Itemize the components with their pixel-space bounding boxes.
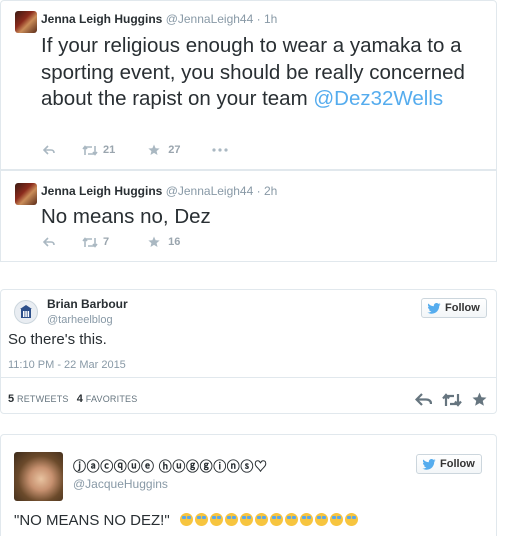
crying-face-emoji-icon	[269, 513, 283, 526]
follow-label: Follow	[440, 458, 475, 470]
star-icon	[148, 236, 160, 247]
crying-face-emoji-icon	[194, 513, 208, 526]
more-icon	[211, 148, 228, 152]
crying-face-emoji-icon	[224, 513, 238, 526]
emoji-row	[179, 512, 360, 529]
tweet-card-jacque: ⓙⓐⓒⓠⓤⓔ ⓗⓤⓖⓖⓘⓝⓢ♡ @JacqueHuggins Follow "N…	[0, 434, 497, 536]
retweet-icon	[82, 144, 98, 156]
avatar[interactable]	[14, 300, 38, 324]
retweet-button[interactable]: 21	[82, 144, 115, 156]
author-handle[interactable]: @JennaLeigh44	[166, 184, 254, 198]
retweet-icon	[442, 392, 462, 407]
tweet-text: No means no, Dez	[41, 205, 211, 228]
reply-icon	[43, 237, 55, 247]
retweet-icon	[82, 236, 98, 248]
logo-icon	[20, 305, 32, 318]
star-icon	[148, 144, 160, 155]
tweet-time[interactable]: · 2h	[257, 184, 278, 198]
avatar[interactable]	[15, 11, 37, 33]
follow-label: Follow	[445, 302, 480, 314]
crying-face-emoji-icon	[179, 513, 193, 526]
tweet-text: So there's this.	[8, 331, 107, 348]
follow-button[interactable]: Follow	[416, 454, 482, 474]
star-icon	[472, 392, 487, 406]
author-handle[interactable]: @JennaLeigh44	[166, 12, 254, 26]
favorite-count: 16	[168, 236, 181, 248]
avatar[interactable]	[15, 183, 37, 205]
twitter-bird-icon	[427, 302, 441, 314]
reply-icon	[43, 145, 55, 155]
crying-face-emoji-icon	[239, 513, 253, 526]
crying-face-emoji-icon	[299, 513, 313, 526]
reply-button[interactable]	[43, 237, 55, 247]
favorite-button[interactable]: 16	[148, 236, 180, 248]
author-name[interactable]: ⓙⓐⓒⓠⓤⓔ ⓗⓤⓖⓖⓘⓝⓢ♡	[73, 456, 268, 475]
tweet-actions	[414, 392, 487, 412]
author-name[interactable]: Brian Barbour	[47, 297, 128, 311]
crying-face-emoji-icon	[329, 513, 343, 526]
favorite-button[interactable]: 27	[148, 144, 181, 156]
mention-link[interactable]: @Dez32Wells	[313, 87, 443, 110]
tweet-body: "NO MEANS NO DEZ!"	[14, 512, 170, 529]
tweet-stats: 5 RETWEETS 4 FAVORITES	[8, 393, 137, 405]
author-name[interactable]: Jenna Leigh Huggins	[41, 184, 162, 198]
favorite-label[interactable]: FAVORITES	[86, 394, 138, 404]
author-name[interactable]: Jenna Leigh Huggins	[41, 12, 162, 26]
crying-face-emoji-icon	[284, 513, 298, 526]
tweet-timestamp[interactable]: 11:10 PM - 22 Mar 2015	[8, 359, 126, 371]
tweet-header: Jenna Leigh Huggins @JennaLeigh44 · 1h	[41, 12, 277, 26]
favorite-button[interactable]	[472, 392, 487, 412]
retweet-button[interactable]: 7	[82, 236, 109, 248]
retweet-label[interactable]: RETWEETS	[17, 394, 69, 404]
tweet-text: If your religious enough to wear a yamak…	[41, 33, 491, 113]
embedded-tweet-2: Jenna Leigh Huggins @JennaLeigh44 · 2h N…	[0, 170, 497, 262]
follow-button[interactable]: Follow	[421, 298, 487, 318]
crying-face-emoji-icon	[314, 513, 328, 526]
reply-button[interactable]	[414, 393, 433, 411]
author-handle[interactable]: @JacqueHuggins	[73, 477, 168, 491]
crying-face-emoji-icon	[209, 513, 223, 526]
tweet-time[interactable]: · 1h	[257, 12, 278, 26]
crying-face-emoji-icon	[254, 513, 268, 526]
crying-face-emoji-icon	[344, 513, 358, 526]
reply-button[interactable]	[43, 145, 55, 155]
retweet-count: 7	[103, 236, 110, 248]
twitter-bird-icon	[422, 458, 436, 470]
favorite-count: 27	[168, 144, 181, 156]
more-button[interactable]	[211, 148, 228, 152]
reply-icon	[414, 393, 433, 406]
tweet-text: "NO MEANS NO DEZ!"	[14, 512, 360, 529]
author-handle[interactable]: @tarheelblog	[47, 314, 113, 326]
retweet-button[interactable]	[442, 392, 462, 412]
retweet-count: 21	[103, 144, 116, 156]
divider	[1, 377, 496, 378]
avatar[interactable]	[14, 452, 63, 501]
tweet-card-brian: Brian Barbour @tarheelblog Follow So the…	[0, 289, 497, 414]
tweet-header: Jenna Leigh Huggins @JennaLeigh44 · 2h	[41, 184, 277, 198]
favorite-count[interactable]: 4	[77, 393, 83, 405]
retweet-count[interactable]: 5	[8, 393, 14, 405]
embedded-tweet-1: Jenna Leigh Huggins @JennaLeigh44 · 1h I…	[0, 0, 497, 170]
